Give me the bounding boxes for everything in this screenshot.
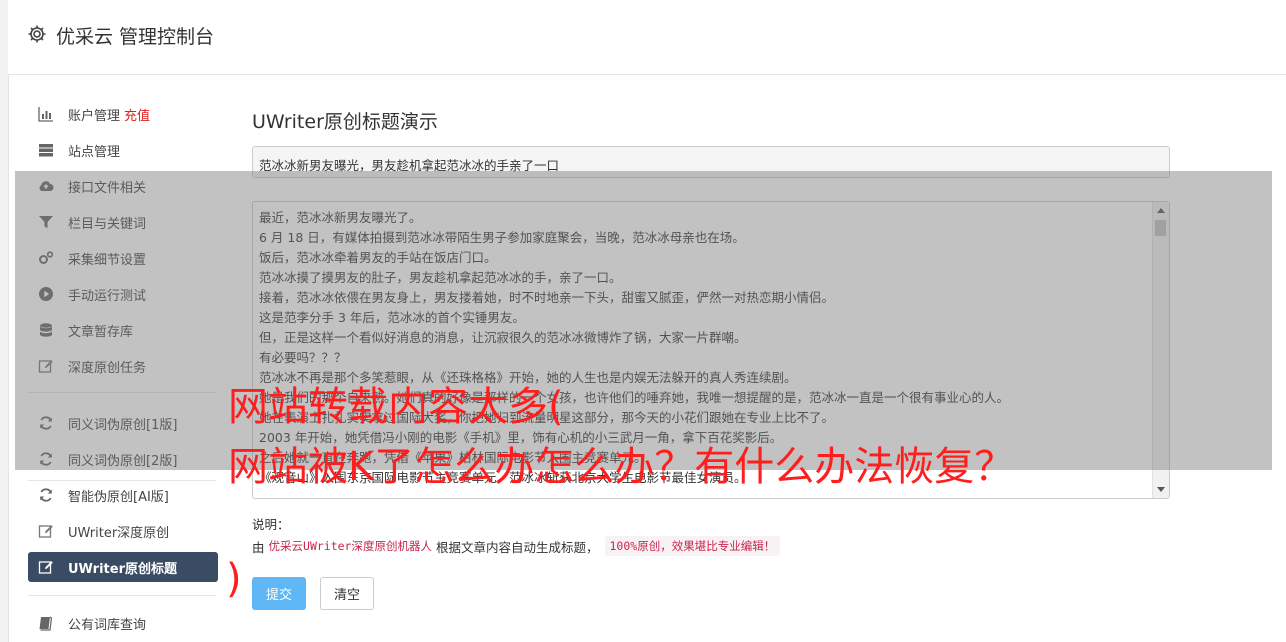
sidebar-item-label: 智能伪原创[AI版] xyxy=(68,489,169,505)
note-prefix: 由 xyxy=(252,539,265,555)
sidebar-item-label: 站点管理 xyxy=(68,144,121,160)
edit-icon xyxy=(38,523,56,539)
sidebar-item-public-lexicon[interactable]: 公有词库查询 xyxy=(28,608,218,638)
bar-chart-icon xyxy=(38,106,56,122)
recharge-badge[interactable]: 充值 xyxy=(124,105,150,124)
server-icon xyxy=(38,142,56,158)
app-title: 优采云 管理控制台 xyxy=(56,26,215,48)
overlay-banner xyxy=(15,171,1272,470)
sidebar-item-uwriter-deep[interactable]: UWriter深度原创 xyxy=(28,516,218,546)
note-middle: 根据文章内容自动生成标题， xyxy=(435,539,599,555)
clear-button[interactable]: 清空 xyxy=(320,577,374,610)
overlay-text-line3: ) xyxy=(226,556,242,602)
header: 优采云 管理控制台 xyxy=(8,0,1286,75)
sidebar-item-label: UWriter原创标题 xyxy=(68,561,177,577)
sidebar-item-label: UWriter深度原创 xyxy=(68,525,170,541)
sidebar-item-label: 公有词库查询 xyxy=(68,617,147,633)
refresh-icon xyxy=(38,487,56,503)
scroll-down-icon[interactable] xyxy=(1157,487,1165,492)
sidebar-item-label: 账户管理 xyxy=(68,108,121,124)
page-title: UWriter原创标题演示 xyxy=(252,111,438,133)
book-icon xyxy=(38,615,56,631)
note-label: 说明： xyxy=(252,517,290,532)
sidebar-item-account[interactable]: 账户管理 充值 xyxy=(28,99,218,129)
note-line: 由 优采云UWriter深度原创机器人 根据文章内容自动生成标题， 100%原创… xyxy=(252,536,781,556)
overlay-text-line1: 网站转载内容太多( xyxy=(228,384,564,430)
sidebar-item-ai-rewrite[interactable]: 智能伪原创[AI版] xyxy=(28,480,218,510)
overlay-text-line2: 网站被K了怎么办怎么办？有什么办法恢复？ xyxy=(228,444,1015,490)
sidebar-item-sites[interactable]: 站点管理 xyxy=(28,135,218,165)
submit-button[interactable]: 提交 xyxy=(252,577,306,610)
gear-icon[interactable] xyxy=(27,24,47,44)
note-highlight: 优采云UWriter深度原创机器人 xyxy=(268,539,432,553)
sidebar-item-uwriter-title[interactable]: UWriter原创标题 xyxy=(28,552,218,582)
edit-icon xyxy=(38,559,56,575)
sidebar-divider xyxy=(28,595,216,596)
note-code: 100%原创，效果堪比专业编辑！ xyxy=(604,536,781,556)
